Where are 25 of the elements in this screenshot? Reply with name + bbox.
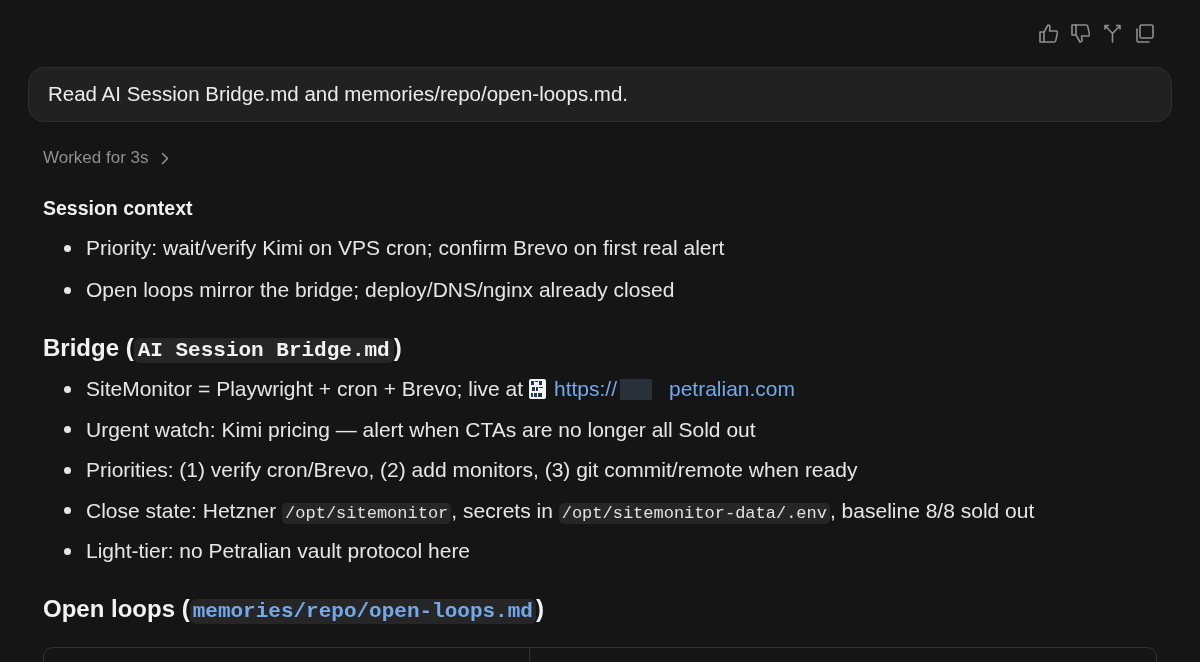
branch-icon[interactable]: [1103, 23, 1122, 43]
thumbs-down-icon[interactable]: [1071, 23, 1090, 43]
list-item-text: Priorities: (1) verify cron/Brevo, (2) add monitors, (3) git commit/remote when ready: [86, 457, 858, 483]
section-label: Session context: [43, 196, 193, 220]
bullet-icon: [64, 547, 71, 555]
link[interactable]: https:// petralian.com: [553, 377, 796, 400]
list-item-text: Urgent watch: Kimi pricing — alert when CTAs are no longer all Sold out: [86, 416, 756, 443]
bullet-icon: [64, 426, 71, 433]
bullet-icon: [64, 466, 71, 474]
copy-icon[interactable]: [1135, 23, 1154, 43]
file-link[interactable]: memories/repo/open-loops.md: [189, 599, 536, 624]
user-message: Read AI Session Bridge.md and memories/repo/open-loops.md.: [28, 67, 1172, 122]
site-logo-icon: [528, 379, 546, 399]
bullet-icon: [64, 507, 71, 514]
thumbs-up-icon[interactable]: [1039, 23, 1058, 43]
list-item-text: Light-tier: no Petralian vault protocol here: [86, 538, 471, 564]
section-heading: Open loops (memories/repo/open-loops.md): [43, 594, 544, 625]
bullet-icon: [64, 286, 71, 294]
list-item-text: Open loops mirror the bridge; deploy/DNS/nginx already closed: [86, 277, 675, 303]
list-item-text: Close state: Hetzner /opt/sitemonitor, secrets in /opt/sitemonitor-data/.env, baseline 8/8 sold out: [86, 497, 1035, 524]
list-item-text: SiteMonitor = Playwright + cron + Brevo; live at https:// petralian.com: [86, 376, 796, 402]
list-item-text: Priority: wait/verify Kimi on VPS cron; confirm Brevo on first real alert: [86, 235, 725, 261]
bullet-icon: [64, 244, 71, 252]
bullet-icon: [64, 385, 71, 393]
worked-for-toggle[interactable]: Worked for 3s: [43, 146, 169, 170]
